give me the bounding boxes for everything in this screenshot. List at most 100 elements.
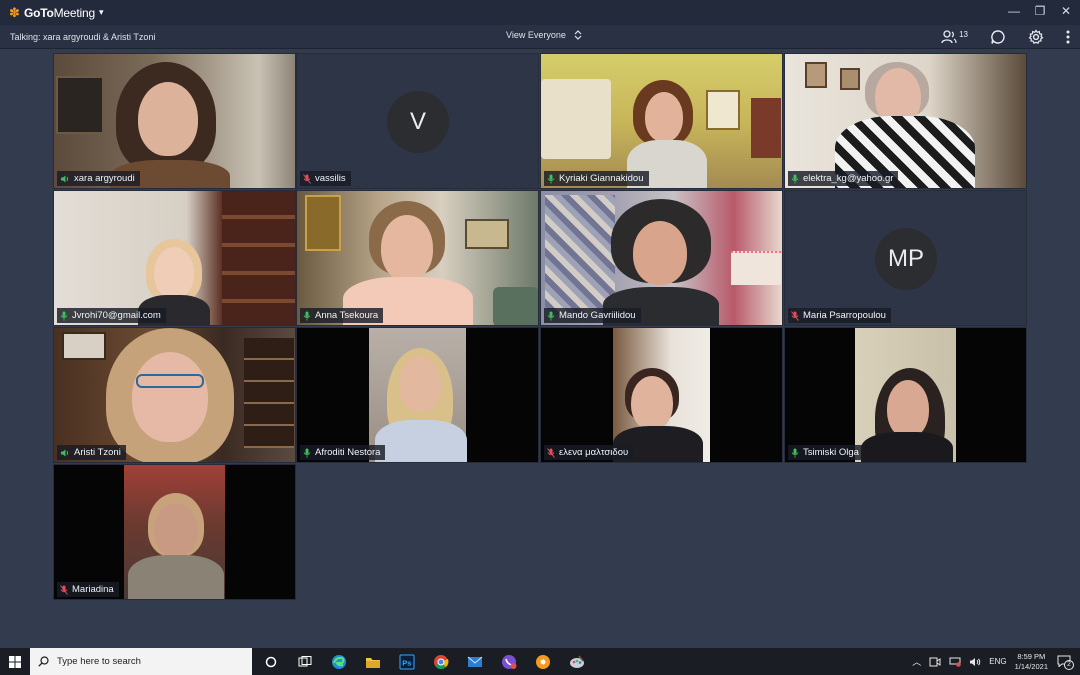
view-select[interactable]: View Everyone: [506, 29, 582, 41]
viber-app[interactable]: [498, 651, 520, 673]
viber-icon: [502, 654, 517, 669]
participant-name: Mando Gavriilidou: [559, 310, 636, 321]
mic-icon: [791, 448, 799, 457]
attendee-count: 13: [959, 29, 968, 39]
participant-name: ελενα μαλτσιδου: [559, 447, 629, 458]
speaking-icon: [61, 449, 69, 456]
gear-icon: [1028, 29, 1044, 44]
participant-name: Aristi Tzoni: [74, 447, 121, 458]
video-tile[interactable]: Jvrohi70@gmail.com: [53, 190, 296, 326]
participant-label: Mariadina: [57, 582, 119, 597]
video-tile[interactable]: Kyriaki Giannakidou: [540, 53, 783, 189]
participant-name: Kyriaki Giannakidou: [559, 173, 644, 184]
clock-time: 8:59 PM: [1017, 651, 1046, 661]
avatar: MP: [875, 228, 937, 290]
search-icon: [38, 656, 49, 667]
participant-label: Kyriaki Giannakidou: [544, 171, 649, 186]
cortana-circle-icon: [265, 656, 277, 667]
participant-name: Maria Psarropoulou: [803, 310, 886, 321]
mic-icon: [547, 311, 555, 320]
video-tile[interactable]: Tsimiski Olga: [784, 327, 1027, 463]
video-tile[interactable]: elektra_kg@yahoo.gr: [784, 53, 1027, 189]
app-titlebar: ✽ GoToMeeting ▾ — ❐ ✕: [0, 0, 1080, 25]
close-button[interactable]: ✕: [1060, 4, 1072, 18]
system-tray: ︿ ENG 8:59 PM 1/14/2021 2: [912, 648, 1074, 675]
participant-name: elektra_kg@yahoo.gr: [803, 173, 894, 184]
participant-name: Mariadina: [72, 584, 114, 595]
taskbar-clock[interactable]: 8:59 PM 1/14/2021: [1015, 652, 1048, 672]
participant-label: Jvrohi70@gmail.com: [57, 308, 166, 323]
participant-name: Jvrohi70@gmail.com: [72, 310, 161, 321]
network-icon[interactable]: [949, 657, 962, 667]
mic-icon: [303, 448, 311, 457]
participant-name: vassilis: [315, 173, 346, 184]
start-button[interactable]: [0, 648, 30, 675]
cortana-button[interactable]: [260, 651, 282, 673]
chat-button[interactable]: [990, 28, 1006, 46]
notifications-button[interactable]: 2: [1056, 654, 1074, 670]
mic-muted-icon: [791, 310, 799, 321]
volume-icon[interactable]: [969, 657, 981, 667]
taskbar-search-input[interactable]: Type here to search: [30, 648, 252, 675]
minimize-button[interactable]: —: [1008, 4, 1020, 18]
participant-name: Anna Tsekoura: [315, 310, 379, 321]
participant-label: vassilis: [300, 171, 351, 186]
participant-label: xara argyroudi: [57, 171, 140, 186]
edge-app[interactable]: [328, 651, 350, 673]
file-explorer-app[interactable]: [362, 651, 384, 673]
mic-muted-icon: [547, 447, 555, 458]
app-name: GoToMeeting: [24, 5, 95, 20]
language-indicator[interactable]: ENG: [989, 657, 1006, 666]
participant-label: Afroditi Nestora: [300, 445, 386, 460]
view-select-label: View Everyone: [506, 30, 566, 40]
chrome-app[interactable]: [430, 651, 452, 673]
participant-label: Anna Tsekoura: [300, 308, 384, 323]
updown-chevron-icon: [574, 30, 582, 40]
restore-button[interactable]: ❐: [1034, 4, 1046, 18]
video-tile[interactable]: Anna Tsekoura: [296, 190, 539, 326]
video-tile[interactable]: xara argyroudi: [53, 53, 296, 189]
participant-label: Maria Psarropoulou: [788, 308, 891, 323]
more-options-button[interactable]: [1066, 28, 1070, 46]
mail-icon: [467, 656, 483, 667]
photoshop-app[interactable]: Ps: [396, 651, 418, 673]
participant-name: xara argyroudi: [74, 173, 135, 184]
attendees-button[interactable]: 13: [941, 28, 968, 46]
participant-label: ελενα μαλτσιδου: [544, 445, 634, 460]
windows-logo-icon: [9, 655, 21, 668]
gotomeeting-app[interactable]: [532, 651, 554, 673]
paint-palette-icon: [570, 655, 584, 668]
video-tile[interactable]: MP Maria Psarropoulou: [784, 190, 1027, 326]
task-view-icon: [298, 655, 312, 666]
chevron-up-icon[interactable]: ︿: [912, 655, 921, 668]
goto-flower-icon: [536, 654, 550, 669]
meeting-toolbar: Talking: xara argyroudi & Aristi Tzoni V…: [0, 25, 1080, 49]
more-vertical-icon: [1066, 30, 1070, 44]
mic-muted-icon: [303, 173, 311, 184]
video-tile[interactable]: ελενα μαλτσιδου: [540, 327, 783, 463]
video-tile[interactable]: Mariadina: [53, 464, 296, 600]
video-tile[interactable]: Aristi Tzoni: [53, 327, 296, 463]
svg-text:Ps: Ps: [402, 658, 411, 667]
video-tile[interactable]: V vassilis: [296, 53, 539, 189]
video-tile[interactable]: Afroditi Nestora: [296, 327, 539, 463]
app-menu-button[interactable]: ✽ GoToMeeting ▾: [9, 6, 103, 20]
speaking-icon: [61, 175, 69, 182]
people-icon: [941, 30, 957, 44]
participant-label: Tsimiski Olga: [788, 445, 864, 460]
meet-now-icon[interactable]: [929, 657, 941, 667]
task-view-button[interactable]: [294, 651, 316, 673]
mic-icon: [303, 311, 311, 320]
participant-name: Tsimiski Olga: [803, 447, 859, 458]
paint-app[interactable]: [566, 651, 588, 673]
participant-label: Aristi Tzoni: [57, 445, 126, 460]
talking-indicator: Talking: xara argyroudi & Aristi Tzoni: [10, 31, 156, 42]
mail-app[interactable]: [464, 651, 486, 673]
video-tile[interactable]: Mando Gavriilidou: [540, 190, 783, 326]
goto-logo-icon: ✽: [9, 4, 20, 20]
windows-taskbar: Type here to search Ps ︿ ENG 8:59 PM 1/1…: [0, 648, 1080, 675]
video-grid: xara argyroudi V vassilis Kyriaki Gianna…: [53, 53, 1027, 601]
chat-bubble-icon: [991, 30, 1005, 44]
settings-button[interactable]: [1028, 28, 1044, 46]
mic-icon: [60, 311, 68, 320]
